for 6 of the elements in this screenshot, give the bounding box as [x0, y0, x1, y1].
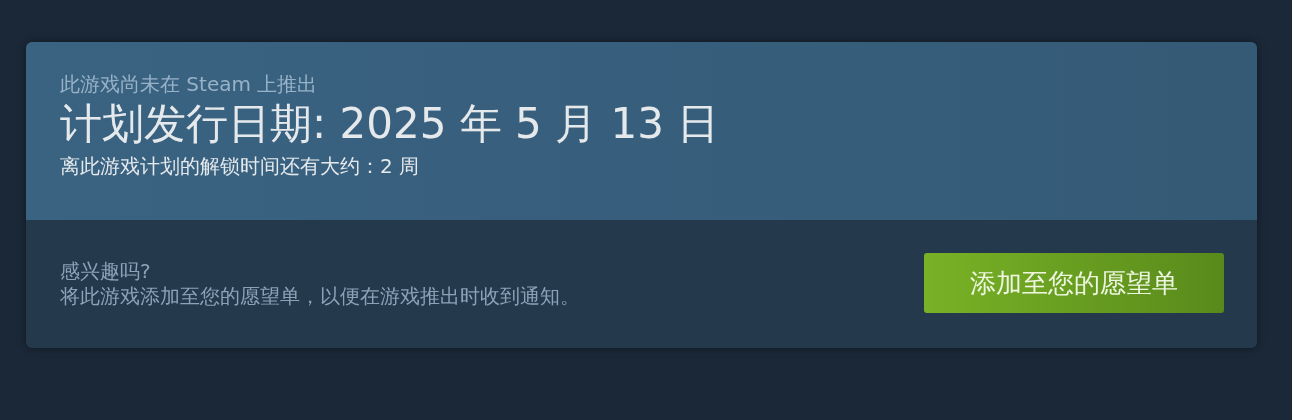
wishlist-question: 感兴趣吗?	[60, 259, 152, 284]
release-notice: 此游戏尚未在 Steam 上推出	[60, 71, 319, 98]
add-to-wishlist-button[interactable]: 添加至您的愿望单	[924, 253, 1224, 313]
release-date-title: 计划发行日期: 2025 年 5 月 13 日	[60, 98, 721, 150]
release-countdown: 离此游戏计划的解锁时间还有大约：2 周	[60, 153, 421, 180]
wishlist-description: 将此游戏添加至您的愿望单，以便在游戏推出时收到通知。	[60, 284, 580, 309]
